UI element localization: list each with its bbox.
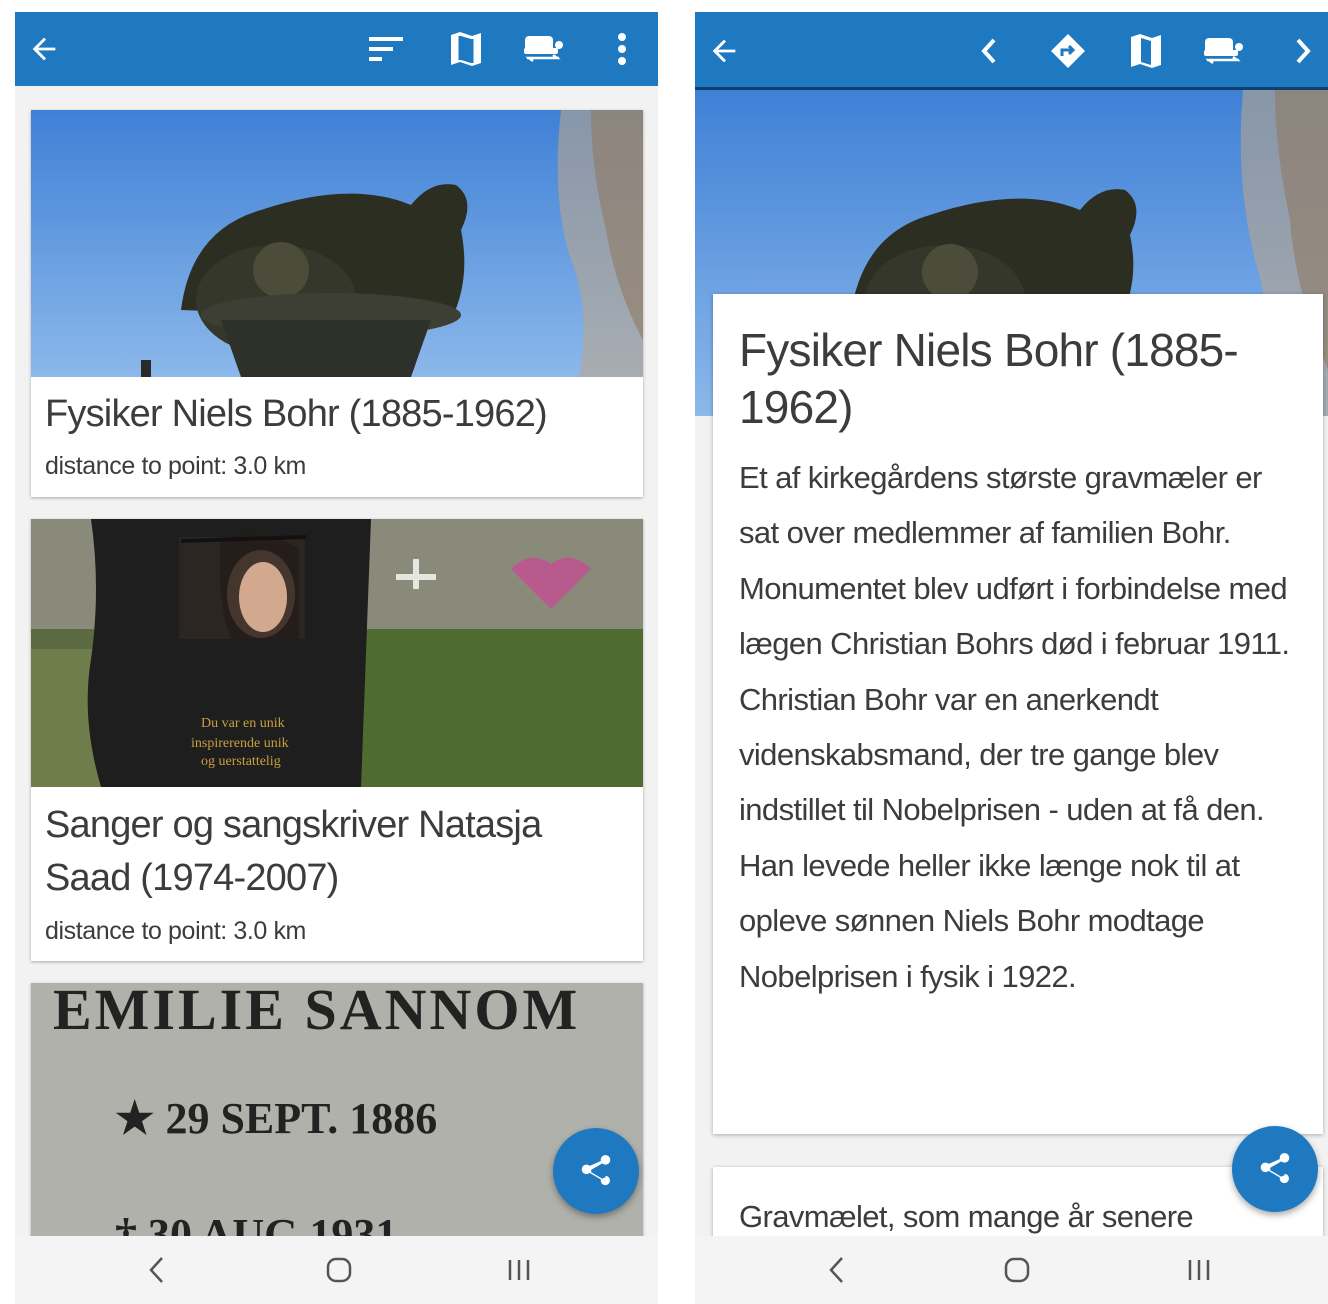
card-distance: distance to point: 3.0 km xyxy=(45,917,306,945)
emilie-sannom-gravestone-photo: EMILIE SANNOM ★ 29 SEPT. 1886 † 30 AUG 1… xyxy=(31,983,643,1236)
detail-card: Fysiker Niels Bohr (1885-1962) Et af kir… xyxy=(713,294,1323,1134)
recents-nav-icon[interactable] xyxy=(497,1250,541,1290)
card-title: Fysiker Niels Bohr (1885-1962) xyxy=(45,393,548,435)
back-arrow-icon[interactable] xyxy=(703,30,745,72)
list-screen: Fysiker Niels Bohr (1885-1962) distance … xyxy=(15,12,658,1304)
bohr-monument-photo xyxy=(31,110,643,377)
directions-icon[interactable] xyxy=(1045,28,1091,74)
home-nav-icon[interactable] xyxy=(995,1250,1039,1290)
list-item[interactable]: Fysiker Niels Bohr (1885-1962) distance … xyxy=(31,110,643,497)
share-icon xyxy=(581,1155,611,1186)
engraving-text: † 30 AUG 1931 xyxy=(115,1210,397,1236)
share-icon xyxy=(1260,1153,1290,1184)
card-distance: distance to point: 3.0 km xyxy=(45,452,306,480)
list-item[interactable]: EMILIE SANNOM ★ 29 SEPT. 1886 † 30 AUG 1… xyxy=(31,983,643,1236)
share-button[interactable] xyxy=(1232,1126,1318,1212)
transport-icon[interactable] xyxy=(1200,32,1246,70)
engraving-text: ★ 29 SEPT. 1886 xyxy=(115,1094,437,1143)
map-icon[interactable] xyxy=(1125,30,1167,72)
transport-icon[interactable] xyxy=(520,30,566,68)
gravestone-inscription: og uerstattelig xyxy=(201,754,281,769)
system-nav-bar xyxy=(15,1236,658,1304)
sort-icon[interactable] xyxy=(365,30,407,68)
detail-description: Et af kirkegårdens største gravmæler er … xyxy=(739,460,1290,994)
detail-screen: Fysiker Niels Bohr (1885-1962) Et af kir… xyxy=(695,12,1328,1304)
list-toolbar xyxy=(15,12,658,86)
natasja-gravestone-photo: Du var en unik inspirerende unik og uers… xyxy=(31,519,643,787)
back-nav-icon[interactable] xyxy=(135,1250,179,1290)
home-nav-icon[interactable] xyxy=(317,1250,361,1290)
gravestone-inscription: inspirerende unik xyxy=(191,736,289,751)
share-button[interactable] xyxy=(553,1128,639,1214)
poi-list[interactable]: Fysiker Niels Bohr (1885-1962) distance … xyxy=(15,86,658,1236)
secondary-text: Gravmælet, som mange år senere xyxy=(739,1199,1194,1234)
more-vertical-icon[interactable] xyxy=(607,28,637,70)
card-title: Sanger og sangskriver Natasja Saad (1974… xyxy=(45,804,542,899)
detail-toolbar xyxy=(695,12,1328,90)
engraving-text: EMILIE SANNOM xyxy=(53,983,580,1042)
list-item[interactable]: Du var en unik inspirerende unik og uers… xyxy=(31,519,643,961)
back-nav-icon[interactable] xyxy=(815,1250,859,1290)
back-arrow-icon[interactable] xyxy=(23,28,65,70)
system-nav-bar xyxy=(695,1236,1328,1304)
chevron-right-icon[interactable] xyxy=(1287,30,1319,72)
gravestone-inscription: Du var en unik xyxy=(201,716,285,731)
chevron-left-icon[interactable] xyxy=(973,30,1005,72)
detail-title: Fysiker Niels Bohr (1885-1962) xyxy=(739,324,1239,433)
map-icon[interactable] xyxy=(445,28,487,70)
recents-nav-icon[interactable] xyxy=(1177,1250,1221,1290)
